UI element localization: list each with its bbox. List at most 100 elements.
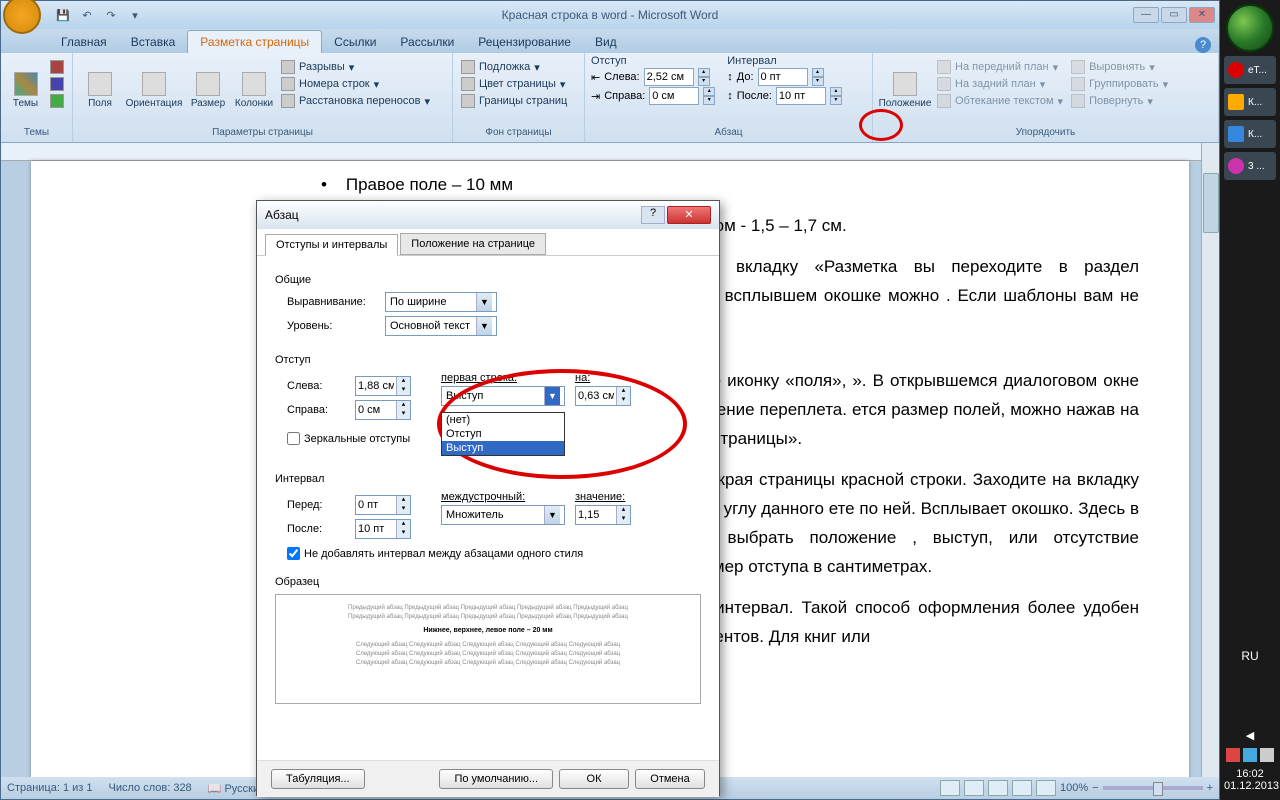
space-after-spinner[interactable]: ▴▾ [830, 87, 842, 105]
dialog-titlebar[interactable]: Абзац ? ✕ [257, 201, 719, 229]
zoom-out-button[interactable]: − [1092, 782, 1098, 794]
office-button[interactable] [3, 0, 41, 34]
dialog-tab-position[interactable]: Положение на странице [400, 233, 546, 255]
dlg-left-label: Слева: [287, 380, 347, 392]
view-web[interactable] [988, 780, 1008, 796]
folder-icon [1228, 94, 1244, 110]
horizontal-ruler[interactable] [1, 143, 1219, 161]
dialog-help-button[interactable]: ? [641, 206, 665, 224]
dlg-before-input[interactable]: ▴▾ [355, 495, 411, 515]
indent-right-spinner[interactable]: ▴▾ [703, 87, 715, 105]
send-back-button[interactable]: На задний план ▾ [935, 76, 1065, 92]
taskbar-k1[interactable]: К... [1224, 88, 1276, 116]
dialog-close-button[interactable]: ✕ [667, 206, 711, 224]
theme-fonts-icon[interactable] [48, 76, 66, 92]
dlg-right-input[interactable]: ▴▾ [355, 400, 411, 420]
at-input[interactable]: ▴▾ [575, 505, 631, 525]
line-spacing-combo[interactable]: Множитель▼ [441, 505, 565, 525]
dropdown-option-none[interactable]: (нет) [442, 413, 564, 427]
indent-left-spinner[interactable]: ▴▾ [698, 68, 710, 86]
line-numbers-button[interactable]: Номера строк ▾ [279, 76, 432, 92]
tray-flag-icon[interactable] [1226, 748, 1240, 762]
indent-left-input[interactable] [644, 68, 694, 86]
text-wrap-button[interactable]: Обтекание текстом ▾ [935, 93, 1065, 109]
tab-references[interactable]: Ссылки [322, 31, 388, 53]
view-print-layout[interactable] [940, 780, 960, 796]
default-button[interactable]: По умолчанию... [439, 769, 553, 789]
scroll-thumb[interactable] [1203, 173, 1219, 233]
indent-right-input[interactable] [649, 87, 699, 105]
align-button[interactable]: Выровнять ▾ [1069, 59, 1170, 75]
theme-colors-icon[interactable] [48, 59, 66, 75]
tab-insert[interactable]: Вставка [119, 31, 188, 53]
hyphenation-button[interactable]: Расстановка переносов ▾ [279, 93, 432, 109]
status-page[interactable]: Страница: 1 из 1 [7, 782, 93, 794]
view-full-screen[interactable] [964, 780, 984, 796]
size-button[interactable]: Размер [187, 55, 229, 125]
qat-dropdown-icon[interactable]: ▾ [125, 6, 145, 24]
themes-button[interactable]: Темы [7, 55, 44, 125]
size-icon [196, 72, 220, 96]
breaks-button[interactable]: Разрывы ▾ [279, 59, 432, 75]
zoom-in-button[interactable]: + [1207, 782, 1213, 794]
page-color-button[interactable]: Цвет страницы ▾ [459, 76, 569, 92]
dlg-left-input[interactable]: ▴▾ [355, 376, 411, 396]
taskbar-yandex[interactable]: eT... [1224, 56, 1276, 84]
margins-button[interactable]: Поля [79, 55, 121, 125]
help-icon[interactable]: ? [1195, 37, 1211, 53]
alignment-combo[interactable]: По ширине▼ [385, 292, 497, 312]
minimize-button[interactable]: — [1133, 7, 1159, 23]
columns-button[interactable]: Колонки [233, 55, 275, 125]
tab-page-layout[interactable]: Разметка страницы [187, 30, 322, 53]
watermark-button[interactable]: Подложка ▾ [459, 59, 569, 75]
taskbar-k2[interactable]: К... [1224, 120, 1276, 148]
close-button[interactable]: ✕ [1189, 7, 1215, 23]
outline-combo[interactable]: Основной текст▼ [385, 316, 497, 336]
dlg-after-input[interactable]: ▴▾ [355, 519, 411, 539]
save-icon[interactable]: 💾 [53, 6, 73, 24]
tray-time[interactable]: 16:02 [1224, 768, 1276, 780]
view-draft[interactable] [1036, 780, 1056, 796]
outline-label: Уровень: [287, 320, 377, 332]
group-button[interactable]: Группировать ▾ [1069, 76, 1170, 92]
windows-taskbar: eT... К... К... 3 ... RU ◀ 16:02 01.12.2… [1220, 0, 1280, 800]
mirror-checkbox[interactable] [287, 432, 300, 445]
bring-front-button[interactable]: На передний план ▾ [935, 59, 1065, 75]
tab-mailings[interactable]: Рассылки [388, 31, 466, 53]
theme-effects-icon[interactable] [48, 93, 66, 109]
by-input[interactable]: ▴▾ [575, 386, 631, 406]
language-indicator[interactable]: RU [1224, 649, 1276, 663]
no-space-checkbox[interactable] [287, 547, 300, 560]
space-after-input[interactable] [776, 87, 826, 105]
dropdown-option-hanging[interactable]: Выступ [442, 441, 564, 455]
tray-network-icon[interactable] [1243, 748, 1257, 762]
tray-volume-icon[interactable] [1260, 748, 1274, 762]
space-before-input[interactable] [758, 68, 808, 86]
taskbar-three[interactable]: 3 ... [1224, 152, 1276, 180]
undo-icon[interactable]: ↶ [77, 6, 97, 24]
page-borders-button[interactable]: Границы страниц [459, 93, 569, 109]
dropdown-option-indent[interactable]: Отступ [442, 427, 564, 441]
tray-date[interactable]: 01.12.2013 [1224, 780, 1276, 792]
status-words[interactable]: Число слов: 328 [109, 782, 192, 794]
rotate-button[interactable]: Повернуть ▾ [1069, 93, 1170, 109]
tray-show-hidden[interactable]: ◀ [1224, 729, 1276, 742]
dialog-tab-indents[interactable]: Отступы и интервалы [265, 234, 398, 256]
ok-button[interactable]: ОК [559, 769, 629, 789]
start-button[interactable] [1226, 4, 1274, 52]
orientation-button[interactable]: Ориентация [125, 55, 183, 125]
tab-view[interactable]: Вид [583, 31, 629, 53]
zoom-slider[interactable] [1103, 786, 1203, 790]
view-outline[interactable] [1012, 780, 1032, 796]
zoom-label[interactable]: 100% [1060, 782, 1088, 794]
cancel-button[interactable]: Отмена [635, 769, 705, 789]
first-line-combo[interactable]: Выступ▼ [441, 386, 565, 406]
tab-review[interactable]: Рецензирование [466, 31, 583, 53]
space-before-spinner[interactable]: ▴▾ [812, 68, 824, 86]
maximize-button[interactable]: ▭ [1161, 7, 1187, 23]
tab-home[interactable]: Главная [49, 31, 119, 53]
tabs-button[interactable]: Табуляция... [271, 769, 365, 789]
redo-icon[interactable]: ↷ [101, 6, 121, 24]
vertical-scrollbar[interactable] [1201, 143, 1219, 777]
chevron-down-icon: ▼ [544, 506, 560, 524]
